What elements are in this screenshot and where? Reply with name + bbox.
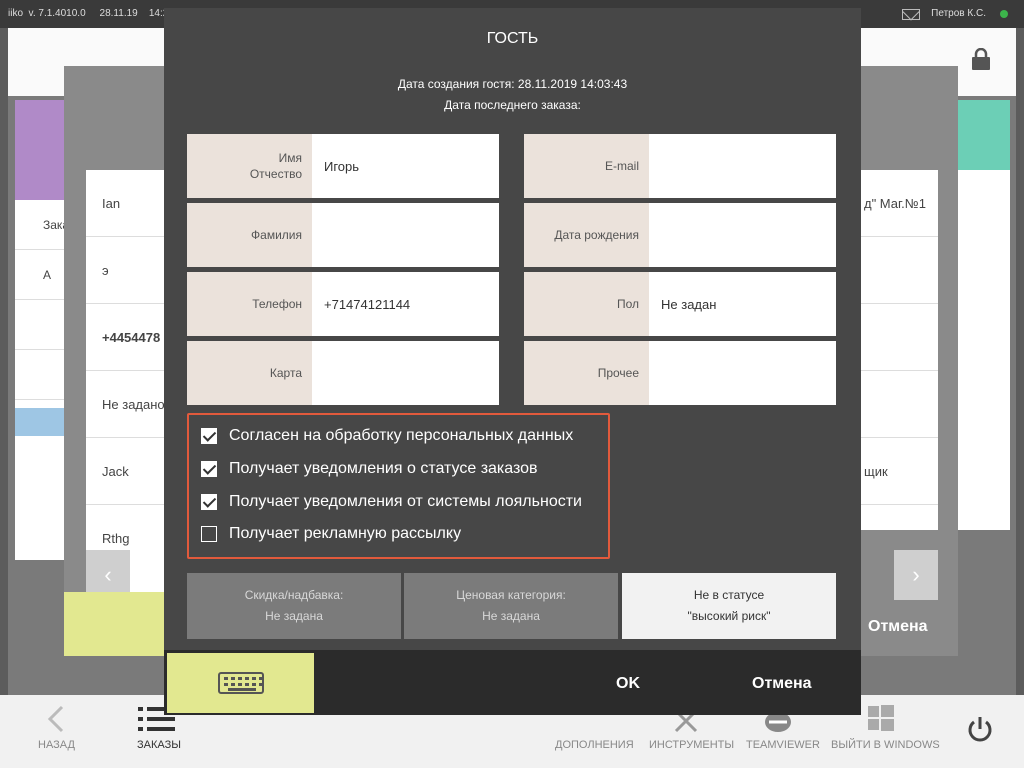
windows-icon xyxy=(868,705,894,731)
keyboard-icon xyxy=(217,672,264,694)
tools-button[interactable]: ИНСТРУМЕНТЫ xyxy=(649,739,734,751)
price-category-button[interactable]: Ценовая категория: Не задана xyxy=(404,573,618,639)
list-item xyxy=(860,304,938,371)
first-name-label: Имя Отчество xyxy=(187,134,312,198)
cancel-button[interactable]: Отмена xyxy=(752,675,812,693)
discount-title: Скидка/надбавка: xyxy=(244,588,344,602)
next-page-button[interactable]: › xyxy=(894,550,938,600)
phone-label: Телефон xyxy=(187,272,312,336)
gender-select[interactable]: Не задан xyxy=(649,272,836,336)
checkbox-label: Получает рекламную рассылку xyxy=(229,525,462,542)
checkbox-label: Получает уведомления о статусе заказов xyxy=(229,460,538,477)
list-item: щик xyxy=(860,438,938,505)
risk-status-line1: Не в статусе xyxy=(693,588,765,602)
list-item: д" Маг.№1 xyxy=(860,170,938,237)
last-name-label: Фамилия xyxy=(187,203,312,267)
birthdate-field[interactable]: Дата рождения xyxy=(524,203,836,267)
guest-dialog: ГОСТЬ Дата создания гостя: 28.11.2019 14… xyxy=(164,8,861,715)
gender-field[interactable]: Пол Не задан xyxy=(524,272,836,336)
price-category-value: Не задана xyxy=(482,609,540,623)
checkbox-label: Согласен на обработку персональных данны… xyxy=(229,427,574,444)
last-name-input[interactable] xyxy=(312,203,499,267)
price-category-title: Ценовая категория: xyxy=(456,588,566,602)
background-cancel-button[interactable]: Отмена xyxy=(868,618,928,636)
connection-status-icon xyxy=(1000,10,1008,18)
card-label: Карта xyxy=(187,341,312,405)
first-name-input[interactable]: Игорь xyxy=(312,134,499,198)
other-label: Прочее xyxy=(524,341,649,405)
guest-created-date: Дата создания гостя: 28.11.2019 14:03:43 xyxy=(397,77,628,91)
exit-windows-button[interactable]: ВЫЙТИ В WINDOWS xyxy=(831,739,940,751)
background-keyboard-button[interactable] xyxy=(64,592,166,656)
consent-checkbox-group: Согласен на обработку персональных данны… xyxy=(187,413,610,559)
list-item xyxy=(860,371,938,438)
list-item[interactable]: Не задано xyxy=(86,371,164,438)
guest-dates: Дата создания гостя: 28.11.2019 14:03:43… xyxy=(164,74,861,116)
birthdate-input[interactable] xyxy=(649,203,836,267)
consent-personal-data-checkbox[interactable]: Согласен на обработку персональных данны… xyxy=(201,424,573,448)
other-input[interactable] xyxy=(649,341,836,405)
advertising-mailing-checkbox[interactable]: Получает рекламную рассылку xyxy=(201,522,461,546)
dialog-title: ГОСТЬ xyxy=(486,30,539,47)
lock-icon[interactable] xyxy=(971,48,991,70)
ok-button[interactable]: OK xyxy=(616,675,640,693)
email-field[interactable]: E-mail xyxy=(524,134,836,198)
birthdate-label: Дата рождения xyxy=(524,203,649,267)
last-name-field[interactable]: Фамилия xyxy=(187,203,499,267)
list-item[interactable]: Jack xyxy=(86,438,164,505)
order-status-notifications-checkbox[interactable]: Получает уведомления о статусе заказов xyxy=(201,457,538,481)
back-arrow-icon[interactable] xyxy=(46,705,66,733)
checkbox-checked-icon[interactable] xyxy=(201,428,217,444)
list-item[interactable]: э xyxy=(86,237,164,304)
list-item[interactable]: Ian xyxy=(86,170,164,237)
teamviewer-button[interactable]: TEAMVIEWER xyxy=(746,739,820,751)
gender-label: Пол xyxy=(524,272,649,336)
first-name-field[interactable]: Имя Отчество Игорь xyxy=(187,134,499,198)
guest-last-order-date: Дата последнего заказа: xyxy=(444,98,581,112)
card-field[interactable]: Карта xyxy=(187,341,499,405)
checkbox-checked-icon[interactable] xyxy=(201,494,217,510)
checkbox-label: Получает уведомления от системы лояльнос… xyxy=(229,493,582,510)
loyalty-notifications-checkbox[interactable]: Получает уведомления от системы лояльнос… xyxy=(201,490,582,514)
email-label: E-mail xyxy=(524,134,649,198)
risk-status-line2: "высокий риск" xyxy=(687,609,771,623)
keyboard-button[interactable] xyxy=(167,653,314,713)
discount-value: Не задана xyxy=(265,609,323,623)
guest-list: Ian э +4454478 Не задано Jack Rthg xyxy=(86,170,164,608)
high-risk-status-button[interactable]: Не в статусе "высокий риск" xyxy=(622,573,836,639)
app-version-info: iiko v. 7.1.4010.0 28.11.19 14:26 xyxy=(8,8,174,19)
list-item xyxy=(860,237,938,304)
email-input[interactable] xyxy=(649,134,836,198)
discount-button[interactable]: Скидка/надбавка: Не задана xyxy=(187,573,401,639)
orders-button[interactable]: ЗАКАЗЫ xyxy=(137,739,181,751)
additions-button[interactable]: ДОПОЛНЕНИЯ xyxy=(555,739,634,751)
other-field[interactable]: Прочее xyxy=(524,341,836,405)
phone-field[interactable]: Телефон +71474121144 xyxy=(187,272,499,336)
mail-icon[interactable] xyxy=(902,9,920,20)
card-input[interactable] xyxy=(312,341,499,405)
power-icon[interactable] xyxy=(966,715,994,743)
list-item[interactable]: +4454478 xyxy=(86,304,164,371)
current-user: Петров К.С. xyxy=(931,8,986,19)
checkbox-checked-icon[interactable] xyxy=(201,461,217,477)
phone-input[interactable]: +71474121144 xyxy=(312,272,499,336)
guest-detail-list: д" Маг.№1 щик xyxy=(860,170,938,530)
checkbox-unchecked-icon[interactable] xyxy=(201,526,217,542)
back-button[interactable]: НАЗАД xyxy=(38,739,75,751)
